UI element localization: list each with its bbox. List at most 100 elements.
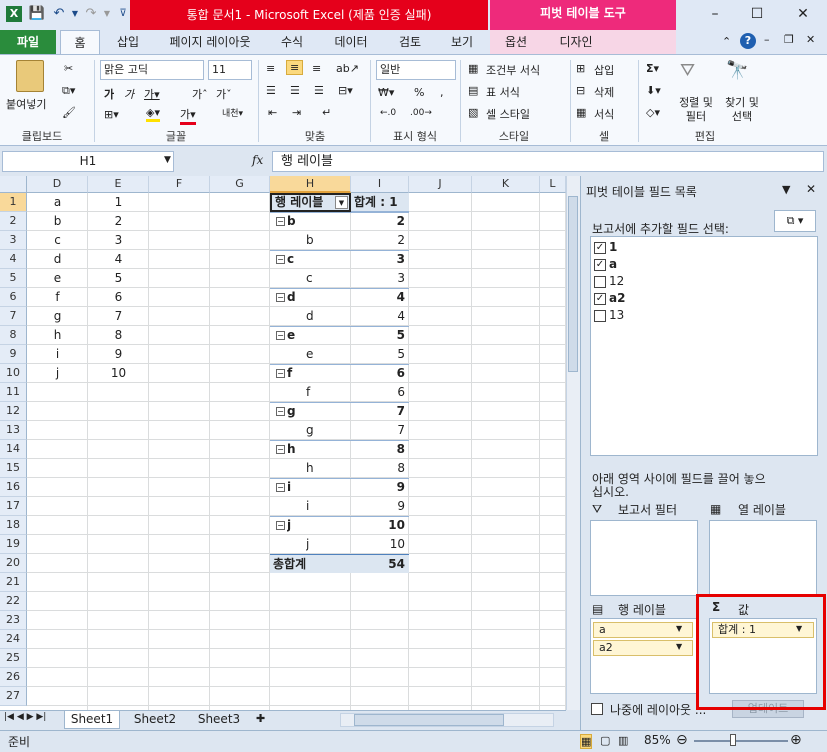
cell-e[interactable]: 4	[88, 250, 149, 269]
cell-e[interactable]: 7	[88, 307, 149, 326]
new-sheet-icon[interactable]: ✚	[256, 712, 265, 725]
cell-d[interactable]: b	[27, 212, 88, 231]
cell-e[interactable]: 5	[88, 269, 149, 288]
row-header[interactable]: 11	[0, 383, 27, 402]
pivot-row-label[interactable]: c	[287, 250, 351, 269]
collapse-icon[interactable]: −	[276, 407, 285, 416]
align-left-icon[interactable]: ☰	[266, 84, 276, 97]
cell-d[interactable]: c	[27, 231, 88, 250]
zoom-level[interactable]: 85%	[644, 733, 671, 747]
zoom-slider-thumb[interactable]	[730, 734, 736, 746]
increase-decimal-icon[interactable]: ←.0	[380, 108, 396, 118]
row-header[interactable]: 4	[0, 250, 27, 269]
font-name-combo[interactable]: 맑은 고딕	[100, 60, 204, 80]
pivot-row-label[interactable]: d	[287, 288, 351, 307]
pivot-row-value[interactable]: 10	[351, 535, 405, 554]
pivot-row-value[interactable]: 8	[351, 440, 405, 459]
pivot-row-value[interactable]: 6	[351, 383, 405, 402]
ribbon-collapse-icon[interactable]: ⌃	[722, 35, 731, 48]
table-format-icon[interactable]: ▤	[468, 84, 478, 97]
fx-button[interactable]: fx	[252, 153, 263, 167]
column-header-f[interactable]: F	[149, 176, 210, 193]
row-header[interactable]: 23	[0, 611, 27, 630]
row-header[interactable]: 12	[0, 402, 27, 421]
pivot-row-value[interactable]: 7	[351, 421, 405, 440]
tab-page-layout[interactable]: 페이지 레이아웃	[158, 30, 262, 54]
cell-e[interactable]: 10	[88, 364, 149, 383]
align-top-icon[interactable]: ≡	[266, 62, 275, 75]
column-labels-area[interactable]	[709, 520, 817, 596]
zoom-out-icon[interactable]: ⊖	[676, 732, 688, 748]
row-header[interactable]: 2	[0, 212, 27, 231]
pane-close-icon[interactable]: ✕	[806, 182, 816, 196]
tab-home[interactable]: 홈	[60, 30, 100, 54]
pivot-row-label[interactable]: h	[287, 440, 351, 459]
percent-icon[interactable]: %	[414, 86, 424, 99]
sheet-tab-sheet2[interactable]: Sheet2	[124, 711, 186, 729]
shrink-font-button[interactable]: 가ˇ	[216, 86, 232, 102]
pivot-row-value[interactable]: 4	[351, 307, 405, 326]
paste-button[interactable]: 붙여넣기	[6, 96, 46, 112]
sort-filter-button[interactable]: 정렬 및 필터	[676, 96, 716, 124]
pivot-row-value[interactable]: 2	[351, 212, 405, 231]
align-center-icon[interactable]: ☰	[290, 84, 300, 97]
column-header-k[interactable]: K	[472, 176, 540, 193]
conditional-format-icon[interactable]: ▦	[468, 62, 478, 75]
phonetic-icon[interactable]: 내천▾	[222, 106, 243, 119]
font-size-combo[interactable]: 11	[208, 60, 252, 80]
cell-d[interactable]: a	[27, 193, 88, 212]
zoom-in-icon[interactable]: ⊕	[790, 732, 802, 748]
pivot-row-label[interactable]: j	[287, 516, 351, 535]
normal-view-icon[interactable]: ▦	[580, 734, 593, 749]
collapse-icon[interactable]: −	[276, 483, 285, 492]
font-color-icon[interactable]: 가▾	[180, 106, 196, 125]
row-header[interactable]: 18	[0, 516, 27, 535]
row-header[interactable]: 16	[0, 478, 27, 497]
row-header[interactable]: 6	[0, 288, 27, 307]
save-icon[interactable]: 💾	[28, 5, 46, 23]
align-bottom-icon[interactable]: ≡	[312, 62, 321, 75]
pivot-row-value[interactable]: 3	[351, 269, 405, 288]
cell-e[interactable]: 6	[88, 288, 149, 307]
pivot-row-value[interactable]: 10	[351, 516, 405, 535]
grand-total-value[interactable]: 54	[351, 554, 409, 573]
wrap-text-icon[interactable]: ↵	[322, 106, 331, 119]
tab-insert[interactable]: 삽입	[108, 30, 148, 54]
row-header[interactable]: 14	[0, 440, 27, 459]
cell-d[interactable]: f	[27, 288, 88, 307]
tab-formulas[interactable]: 수식	[272, 30, 312, 54]
pivot-row-label[interactable]: j	[306, 535, 351, 554]
row-header[interactable]: 17	[0, 497, 27, 516]
delete-cells-icon[interactable]: ⊟	[576, 84, 585, 97]
horizontal-scroll-thumb[interactable]	[354, 714, 504, 726]
help-icon[interactable]: ?	[740, 33, 756, 49]
row-header[interactable]: 9	[0, 345, 27, 364]
grow-font-button[interactable]: 가ˆ	[192, 86, 208, 102]
field-checkbox-a2[interactable]: ✓	[594, 293, 606, 305]
maximize-button[interactable]: ☐	[742, 4, 772, 24]
insert-cells-button[interactable]: 삽입	[594, 62, 614, 78]
decrease-decimal-icon[interactable]: .00→	[410, 108, 432, 118]
column-header-i[interactable]: I	[351, 176, 409, 193]
pivot-row-label[interactable]: i	[287, 478, 351, 497]
row-header[interactable]: 13	[0, 421, 27, 440]
collapse-icon[interactable]: −	[276, 331, 285, 340]
select-all-corner[interactable]	[0, 176, 27, 193]
column-header-e[interactable]: E	[88, 176, 149, 193]
cell-d[interactable]: i	[27, 345, 88, 364]
pivot-row-value[interactable]: 5	[351, 326, 405, 345]
field-checkbox-13[interactable]	[594, 310, 606, 322]
vertical-scroll-thumb[interactable]	[568, 196, 578, 372]
column-header-d[interactable]: D	[27, 176, 88, 193]
pivot-row-label[interactable]: i	[306, 497, 351, 516]
find-select-button[interactable]: 찾기 및 선택	[720, 96, 764, 124]
tab-view[interactable]: 보기	[440, 30, 484, 54]
italic-button[interactable]: 가	[124, 86, 134, 102]
row-header[interactable]: 24	[0, 630, 27, 649]
sheet-tab-sheet1[interactable]: Sheet1	[64, 711, 120, 729]
cell-style-icon[interactable]: ▧	[468, 106, 478, 119]
pivot-row-label[interactable]: d	[306, 307, 351, 326]
cut-icon[interactable]: ✂	[64, 62, 73, 75]
collapse-icon[interactable]: −	[276, 369, 285, 378]
collapse-icon[interactable]: −	[276, 293, 285, 302]
